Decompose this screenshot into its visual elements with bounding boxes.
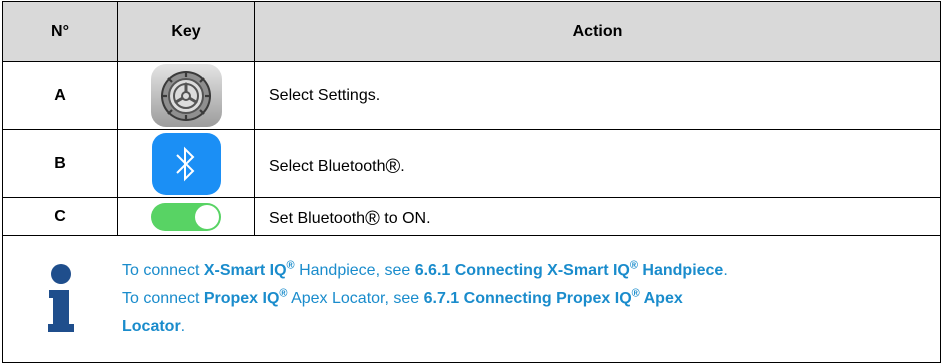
text: . xyxy=(723,262,728,279)
registered-mark: ® xyxy=(631,287,640,300)
text: Locator xyxy=(122,318,181,335)
text: 6.6.1 Connecting X-Smart IQ xyxy=(414,262,630,279)
text: Apex Locator, see xyxy=(287,290,424,307)
text: . xyxy=(180,318,186,335)
text: X-Smart IQ xyxy=(203,262,287,279)
note-line-2: To connect Propex IQ® Apex Locator, see … xyxy=(122,285,728,313)
action-text-end: to ON. xyxy=(379,209,431,227)
table-row: A Select Settings. xyxy=(2,62,941,130)
row-action: Select Settings. xyxy=(269,86,381,104)
key-cell xyxy=(118,198,255,235)
action-text: Set Bluetooth xyxy=(269,209,366,227)
text: Propex IQ xyxy=(203,290,280,307)
registered-mark: ® xyxy=(629,259,638,272)
info-icon xyxy=(3,264,118,334)
row-action: Select Bluetooth ®. xyxy=(269,155,405,178)
registered-mark: ® xyxy=(286,259,295,272)
header-action: Action xyxy=(572,22,623,40)
header-number: N° xyxy=(3,2,118,61)
bluetooth-icon xyxy=(151,132,221,195)
table-header-row: N° Key Action xyxy=(2,1,941,62)
registered-mark: ® xyxy=(279,287,288,300)
note-line-3: Locator. xyxy=(122,313,728,341)
section-link[interactable]: 6.6.1 Connecting X-Smart IQ® Handpiece xyxy=(414,259,724,279)
row-id: A xyxy=(3,62,118,129)
toggle-on-icon xyxy=(151,202,221,231)
action-text-end: . xyxy=(400,157,405,175)
section-link[interactable]: Locator xyxy=(122,318,181,335)
table-row: C Set Bluetooth ® to ON. xyxy=(2,198,941,236)
note-text: To connect X-Smart IQ® Handpiece, see 6.… xyxy=(118,257,728,341)
text: To connect xyxy=(122,290,204,307)
text: Handpiece, see xyxy=(294,262,415,279)
settings-gear-icon xyxy=(150,64,222,127)
key-cell xyxy=(118,130,255,197)
text: Handpiece xyxy=(637,262,724,279)
text: To connect xyxy=(122,262,204,279)
row-id: B xyxy=(3,130,118,197)
row-id: C xyxy=(3,198,118,235)
product-link[interactable]: X-Smart IQ® xyxy=(203,259,295,279)
key-cell xyxy=(118,62,255,129)
text: 6.7.1 Connecting Propex IQ xyxy=(423,290,632,307)
product-link[interactable]: Propex IQ® xyxy=(203,287,288,307)
text: Apex xyxy=(639,290,683,307)
instruction-table: N° Key Action A Select Settings. B Selec… xyxy=(2,1,941,363)
section-link[interactable]: 6.7.1 Connecting Propex IQ® Apex xyxy=(423,287,683,307)
action-text: Select Bluetooth xyxy=(269,157,386,175)
note-line-1: To connect X-Smart IQ® Handpiece, see 6.… xyxy=(122,257,728,285)
row-action: Set Bluetooth ® to ON. xyxy=(269,207,431,230)
table-row: B Select Bluetooth ®. xyxy=(2,130,941,198)
header-key: Key xyxy=(118,2,255,61)
info-note: To connect X-Smart IQ® Handpiece, see 6.… xyxy=(2,236,941,363)
